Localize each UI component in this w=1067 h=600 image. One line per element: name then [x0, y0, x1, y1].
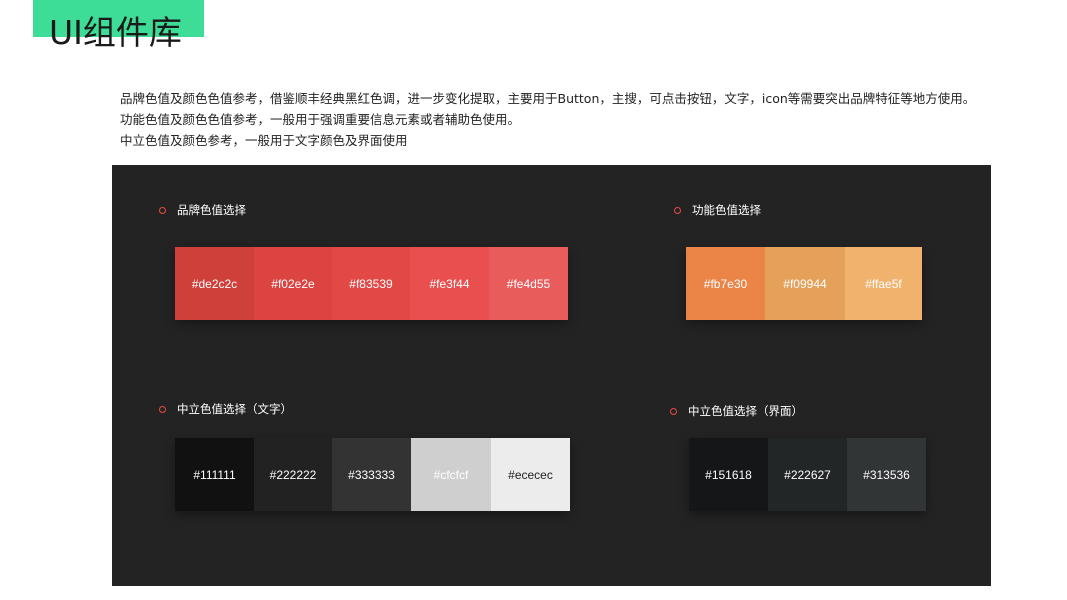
color-swatch[interactable]: #151618: [689, 438, 768, 511]
color-swatch[interactable]: #ececec: [491, 438, 570, 511]
swatch-hex-label: #222222: [269, 467, 317, 482]
color-swatch[interactable]: #333333: [332, 438, 411, 511]
brand-section-title: 品牌色值选择: [177, 203, 246, 217]
swatch-hex-label: #cfcfcf: [433, 467, 469, 482]
color-swatch[interactable]: #f02e2e: [254, 247, 332, 320]
swatch-hex-label: #333333: [348, 467, 395, 482]
color-swatch[interactable]: #111111: [175, 438, 254, 511]
description-line: 中立色值及颜色参考，一般用于文字颜色及界面使用: [120, 133, 408, 148]
swatch-hex-label: #111111: [193, 467, 236, 482]
swatch-hex-label: #ececec: [508, 467, 553, 482]
neutral-ui-swatch-row: #151618 #222627 #313536: [689, 438, 926, 511]
swatch-hex-label: #fe4d55: [506, 276, 551, 291]
swatch-hex-label: #313536: [863, 467, 910, 482]
neutral-text-section-title: 中立色值选择（文字）: [177, 402, 292, 416]
color-swatch[interactable]: #fe3f44: [410, 247, 489, 320]
neutral-ui-section-label: 中立色值选择（界面）: [670, 403, 803, 419]
function-swatch-row: #fb7e30 #f09944 #ffae5f: [686, 247, 922, 320]
swatch-hex-label: #151618: [705, 467, 752, 482]
swatch-hex-label: #222627: [784, 467, 831, 482]
color-palette-panel: 品牌色值选择 #de2c2c #f02e2e #f83539 #fe3f44 #…: [112, 165, 991, 586]
bullet-ring-icon: [670, 407, 677, 415]
color-swatch[interactable]: #de2c2c: [175, 247, 254, 320]
color-swatch[interactable]: #222222: [254, 438, 332, 511]
brand-section-label: 品牌色值选择: [159, 202, 246, 218]
description-block: 品牌色值及颜色色值参考，借鉴顺丰经典黑红色调，进一步变化提取，主要用于Butto…: [120, 88, 975, 151]
color-swatch[interactable]: #f09944: [765, 247, 845, 320]
color-swatch[interactable]: #f83539: [332, 247, 410, 320]
neutral-text-swatch-row: #111111 #222222 #333333 #cfcfcf #ececec: [175, 438, 570, 511]
bullet-ring-icon: [159, 206, 166, 214]
swatch-hex-label: #ffae5f: [865, 276, 902, 291]
color-swatch[interactable]: #cfcfcf: [411, 438, 491, 511]
function-section-title: 功能色值选择: [692, 203, 761, 217]
description-line: 功能色值及颜色色值参考，一般用于强调重要信息元素或者辅助色使用。: [120, 112, 521, 127]
swatch-hex-label: #de2c2c: [191, 276, 238, 291]
color-swatch[interactable]: #313536: [847, 438, 926, 511]
function-section-label: 功能色值选择: [674, 202, 761, 218]
color-swatch[interactable]: #222627: [768, 438, 847, 511]
swatch-hex-label: #fe3f44: [429, 276, 470, 291]
description-line: 品牌色值及颜色色值参考，借鉴顺丰经典黑红色调，进一步变化提取，主要用于Butto…: [120, 91, 976, 106]
swatch-hex-label: #f02e2e: [271, 276, 315, 291]
neutral-text-section-label: 中立色值选择（文字）: [159, 401, 292, 417]
bullet-ring-icon: [159, 405, 166, 413]
color-swatch[interactable]: #ffae5f: [845, 247, 922, 320]
brand-swatch-row: #de2c2c #f02e2e #f83539 #fe3f44 #fe4d55: [175, 247, 568, 320]
swatch-hex-label: #f09944: [783, 276, 827, 291]
swatch-hex-label: #fb7e30: [703, 276, 748, 291]
page-title: UI组件库: [49, 13, 182, 52]
color-swatch[interactable]: #fb7e30: [686, 247, 765, 320]
bullet-ring-icon: [674, 206, 681, 214]
swatch-hex-label: #f83539: [349, 276, 393, 291]
neutral-ui-section-title: 中立色值选择（界面）: [688, 404, 803, 418]
color-swatch[interactable]: #fe4d55: [489, 247, 568, 320]
